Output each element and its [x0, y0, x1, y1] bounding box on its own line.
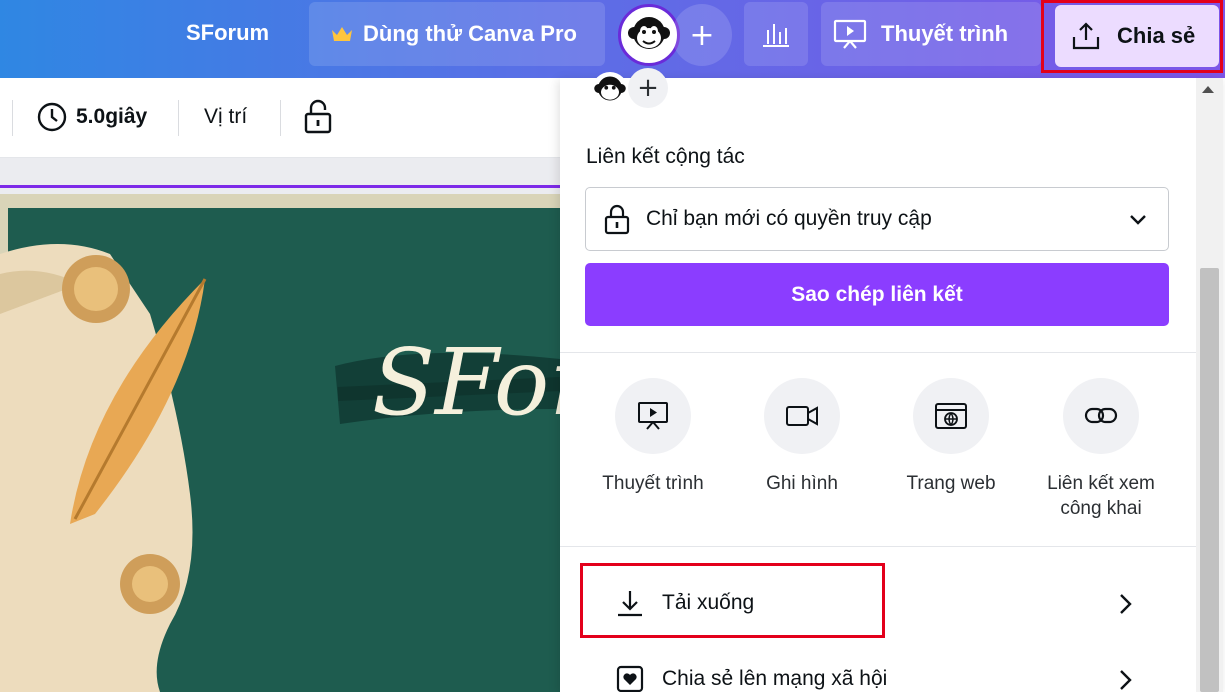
upload-icon [1072, 22, 1100, 50]
add-collaborator-button[interactable]: + [672, 4, 732, 66]
user-avatar[interactable] [618, 4, 680, 66]
try-canva-pro-button[interactable]: Dùng thử Canva Pro [309, 2, 605, 66]
copy-link-label: Sao chép liên kết [791, 282, 963, 306]
chevron-right-icon [1120, 670, 1132, 690]
design-artwork: SForu [0, 194, 560, 692]
option-label: Thuyết trình [602, 473, 704, 494]
video-camera-icon [786, 406, 818, 426]
design-title[interactable]: SForum [186, 20, 269, 46]
copy-link-button[interactable]: Sao chép liên kết [585, 263, 1169, 326]
option-label: Trang web [906, 473, 996, 494]
option-present[interactable]: Thuyết trình [578, 378, 728, 496]
timing-button[interactable]: 5.0giây [36, 101, 147, 133]
insights-button[interactable] [744, 2, 808, 66]
social-heart-icon [616, 665, 644, 692]
design-title-text: SForu [372, 329, 560, 436]
add-people-button[interactable]: + [628, 68, 668, 108]
duration-label: 5.0giây [76, 105, 148, 128]
share-social-row[interactable]: Chia sẻ lên mạng xã hội [586, 644, 1166, 692]
monkey-avatar-icon [594, 76, 626, 101]
section-divider [560, 352, 1196, 353]
bar-chart-icon [763, 24, 789, 47]
chevron-right-icon [1120, 594, 1132, 614]
editor-toolbar: 5.0giây Vị trí [0, 78, 560, 158]
unlock-icon [304, 99, 332, 134]
access-value: Chỉ bạn mới có quyền truy cập [646, 207, 932, 230]
option-website[interactable]: Trang web [876, 378, 1026, 496]
option-label: Ghi hình [766, 473, 838, 494]
top-bar: SForum Dùng thử Canva Pro + Thuyết trình… [0, 0, 1225, 78]
toolbar-divider [178, 100, 179, 136]
clock-icon [37, 102, 67, 132]
crown-icon [332, 27, 352, 41]
option-public-view-link-circle[interactable] [1063, 378, 1139, 454]
monkey-avatar-icon [628, 17, 670, 49]
link-icon [1084, 407, 1118, 424]
share-label: Chia sẻ [1117, 23, 1196, 48]
plus-icon: + [689, 17, 715, 53]
scroll-up-arrow-icon[interactable] [1202, 86, 1214, 93]
option-present-circle[interactable] [615, 378, 691, 454]
position-button[interactable]: Vị trí [204, 105, 247, 129]
selection-outline [0, 185, 560, 188]
scrollbar-thumb[interactable] [1200, 268, 1219, 692]
website-icon [935, 403, 967, 429]
option-record-circle[interactable] [764, 378, 840, 454]
section-divider [560, 546, 1196, 547]
share-button[interactable]: Chia sẻ [1055, 5, 1219, 67]
try-canva-pro-label: Dùng thử Canva Pro [363, 21, 577, 46]
chevron-down-icon [1130, 215, 1146, 225]
collaboration-link-title: Liên kết cộng tác [586, 145, 745, 168]
option-public-view-link[interactable]: Liên kết xem công khai [1026, 378, 1176, 521]
option-label: Liên kết xem công khai [1047, 473, 1155, 519]
lock-button[interactable] [303, 98, 333, 139]
option-website-circle[interactable] [913, 378, 989, 454]
presentation-icon [833, 19, 867, 49]
option-record[interactable]: Ghi hình [727, 378, 877, 496]
access-dropdown[interactable]: Chỉ bạn mới có quyền truy cập [585, 187, 1169, 251]
plus-icon: + [637, 73, 659, 103]
presentation-icon [638, 402, 668, 430]
collaborator-avatar[interactable] [592, 72, 628, 108]
share-highlight-box: Chia sẻ [1041, 0, 1223, 73]
toolbar-divider [280, 100, 281, 136]
social-icon-wrap [610, 664, 650, 692]
lock-icon [604, 204, 630, 235]
present-button[interactable]: Thuyết trình [821, 2, 1041, 66]
toolbar-divider [12, 100, 13, 136]
design-page[interactable]: SForu [0, 194, 560, 692]
download-highlight-box [580, 563, 885, 638]
present-label: Thuyết trình [881, 21, 1009, 46]
share-social-label: Chia sẻ lên mạng xã hội [662, 667, 888, 690]
